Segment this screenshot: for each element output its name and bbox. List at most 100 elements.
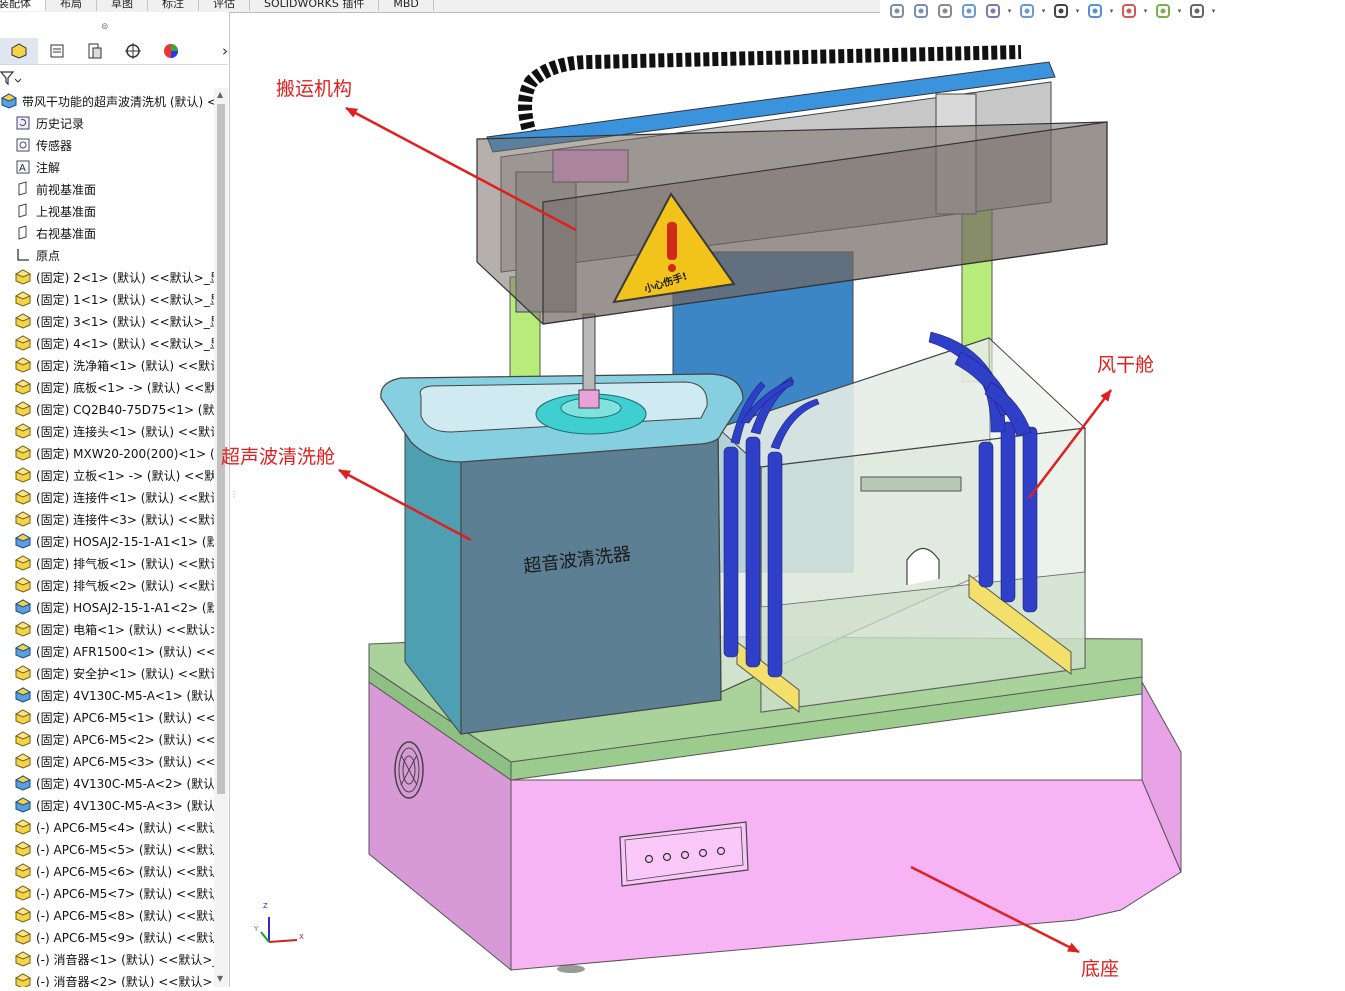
- edit-appearance-icon[interactable]: [1118, 1, 1139, 21]
- tab-4[interactable]: 评估: [199, 0, 250, 11]
- tree-item[interactable]: (固定) 排气板<2> (默认) <<默认: [0, 574, 214, 596]
- scroll-up-icon[interactable]: ▲: [217, 90, 223, 99]
- tree-item-label: (固定) 连接头<1> (默认) <<默认: [36, 424, 214, 439]
- tree-item[interactable]: (固定) 4<1> (默认) <<默认>_显: [0, 332, 214, 354]
- hide-show-dropdown-caret[interactable]: ▾: [1108, 7, 1115, 15]
- tree-item[interactable]: (固定) CQ2B40-75D75<1> (默认: [0, 398, 214, 420]
- tab-1[interactable]: 布局: [46, 0, 97, 11]
- tree-item[interactable]: (固定) 排气板<1> (默认) <<默认: [0, 552, 214, 574]
- filter-button[interactable]: [0, 68, 30, 88]
- tree-item[interactable]: (-) APC6-M5<4> (默认) <<默认: [0, 816, 214, 838]
- tab-0[interactable]: 装配体: [0, 0, 46, 11]
- tree-item[interactable]: (固定) HOSAJ2-15-1-A1<2> (默: [0, 596, 214, 618]
- display-manager-icon: [164, 44, 178, 58]
- tree-item[interactable]: (-) APC6-M5<7> (默认) <<默认: [0, 882, 214, 904]
- tree-item[interactable]: (固定) 安全护<1> (默认) <<默认: [0, 662, 214, 684]
- tree-item[interactable]: A 注解: [0, 156, 214, 178]
- tree-item-label: (固定) 电箱<1> (默认) <<默认>: [36, 622, 214, 637]
- tree-scrollbar[interactable]: ▲ ▼: [214, 88, 228, 987]
- plane-icon: [14, 202, 32, 220]
- tree-item[interactable]: 前视基准面: [0, 178, 214, 200]
- feature-manager-tab[interactable]: [0, 38, 38, 64]
- display-manager-tab[interactable]: [152, 38, 190, 64]
- tree-item[interactable]: 传感器: [0, 134, 214, 156]
- view-settings-dropdown-caret[interactable]: ▾: [1210, 7, 1217, 15]
- view-settings-icon[interactable]: [1186, 1, 1207, 21]
- tree-item-label: (固定) APC6-M5<2> (默认) <<: [36, 732, 214, 747]
- display-style-dropdown-caret[interactable]: ▾: [1074, 7, 1081, 15]
- ultrasonic-tank[interactable]: [380, 313, 744, 736]
- tree-item[interactable]: (固定) 连接件<1> (默认) <<默认: [0, 486, 214, 508]
- panel-more-arrow-icon[interactable]: ›: [190, 38, 228, 64]
- configuration-manager-tab[interactable]: [76, 38, 114, 64]
- part-icon: [14, 840, 32, 858]
- tree-item[interactable]: (-) APC6-M5<8> (默认) <<默认: [0, 904, 214, 926]
- tab-6[interactable]: MBD: [379, 0, 434, 11]
- tree-item[interactable]: (固定) 洗净箱<1> (默认) <<默认: [0, 354, 214, 376]
- dynamic-annotation-dropdown-caret[interactable]: ▾: [1006, 7, 1013, 15]
- tree-item[interactable]: (固定) 3<1> (默认) <<默认>_显: [0, 310, 214, 332]
- part-icon: [14, 466, 32, 484]
- dimxpert-tab[interactable]: [114, 38, 152, 64]
- display-style-icon[interactable]: [1050, 1, 1071, 21]
- property-manager-tab[interactable]: [38, 38, 76, 64]
- part-icon: [14, 928, 32, 946]
- tree-item[interactable]: (固定) 立板<1> -> (默认) <<默: [0, 464, 214, 486]
- model-viewport[interactable]: [231, 22, 1345, 987]
- tree-item[interactable]: (固定) AFR1500<1> (默认) <<默: [0, 640, 214, 662]
- tree-item[interactable]: (-) 消音器<1> (默认) <<默认>_: [0, 948, 214, 970]
- tree-item[interactable]: (-) APC6-M5<5> (默认) <<默认: [0, 838, 214, 860]
- tree-item[interactable]: (-) APC6-M5<9> (默认) <<默认: [0, 926, 214, 948]
- tree-item[interactable]: 上视基准面: [0, 200, 214, 222]
- tree-item[interactable]: (固定) HOSAJ2-15-1-A1<1> (默: [0, 530, 214, 552]
- tree-item[interactable]: 右视基准面: [0, 222, 214, 244]
- tree-item[interactable]: (固定) 底板<1> -> (默认) <<默: [0, 376, 214, 398]
- tree-item[interactable]: (固定) MXW20-200(200)<1> (默: [0, 442, 214, 464]
- part-icon: [14, 312, 32, 330]
- tree-item[interactable]: (固定) 4V130C-M5-A<3> (默认: [0, 794, 214, 816]
- section-view-icon[interactable]: [958, 1, 979, 21]
- tree-item[interactable]: (固定) 4V130C-M5-A<2> (默认: [0, 772, 214, 794]
- zoom-area-icon[interactable]: [910, 1, 931, 21]
- tree-item[interactable]: (固定) APC6-M5<2> (默认) <<: [0, 728, 214, 750]
- tree-item-label: (固定) APC6-M5<1> (默认) <<: [36, 710, 214, 725]
- view-orientation-icon[interactable]: [1016, 1, 1037, 21]
- tree-item[interactable]: (固定) APC6-M5<1> (默认) <<: [0, 706, 214, 728]
- tree-item[interactable]: (固定) 连接头<1> (默认) <<默认: [0, 420, 214, 442]
- previous-view-icon[interactable]: [934, 1, 955, 21]
- graphics-area[interactable]: 搬运机构 超声波清洗舱 风干舱 底座 超音波清洗器 小心伤手! Z X Y: [221, 22, 1345, 987]
- apply-scene-icon[interactable]: [1152, 1, 1173, 21]
- tab-5[interactable]: SOLIDWORKS 插件: [250, 0, 380, 11]
- part-icon: [14, 356, 32, 374]
- tree-item-label: (-) 消音器<1> (默认) <<默认>_: [36, 952, 214, 967]
- view-orientation-dropdown-caret[interactable]: ▾: [1040, 7, 1047, 15]
- tree-item[interactable]: (固定) 电箱<1> (默认) <<默认>: [0, 618, 214, 640]
- part-icon: [14, 730, 32, 748]
- edit-appearance-dropdown-caret[interactable]: ▾: [1142, 7, 1149, 15]
- tree-item[interactable]: (-) APC6-M5<6> (默认) <<默认: [0, 860, 214, 882]
- tree-root-assembly[interactable]: 带风干功能的超声波清洗机 (默认) <默: [0, 90, 214, 112]
- tree-item[interactable]: 原点: [0, 244, 214, 266]
- tree-item[interactable]: (固定) APC6-M5<3> (默认) <<: [0, 750, 214, 772]
- sensor-icon: [14, 136, 32, 154]
- callout-ultrasonic-chamber: 超声波清洗舱: [221, 446, 336, 468]
- hide-show-icon[interactable]: [1084, 1, 1105, 21]
- tree-item[interactable]: (-) 消音器<2> (默认) <<默认>_: [0, 970, 214, 987]
- history-icon: [14, 114, 32, 132]
- pin-icon[interactable]: ⊚: [101, 22, 109, 32]
- zoom-to-fit-icon[interactable]: [886, 1, 907, 21]
- tree-item[interactable]: (固定) 4V130C-M5-A<1> (默认: [0, 684, 214, 706]
- tree-item[interactable]: 历史记录: [0, 112, 214, 134]
- part-icon: [14, 334, 32, 352]
- tab-3[interactable]: 标注: [148, 0, 199, 11]
- transport-mechanism[interactable]: [476, 45, 1108, 325]
- dynamic-annotation-icon[interactable]: [982, 1, 1003, 21]
- tree-item[interactable]: (固定) 2<1> (默认) <<默认>_显: [0, 266, 214, 288]
- tree-item[interactable]: (固定) 1<1> (默认) <<默认>_显: [0, 288, 214, 310]
- tree-item[interactable]: (固定) 连接件<3> (默认) <<默认: [0, 508, 214, 530]
- callout-base: 底座: [1081, 958, 1120, 980]
- scroll-down-icon[interactable]: ▼: [217, 974, 223, 983]
- apply-scene-dropdown-caret[interactable]: ▾: [1176, 7, 1183, 15]
- tab-2[interactable]: 草图: [97, 0, 148, 11]
- tree-item-label: (固定) HOSAJ2-15-1-A1<2> (默: [36, 600, 214, 615]
